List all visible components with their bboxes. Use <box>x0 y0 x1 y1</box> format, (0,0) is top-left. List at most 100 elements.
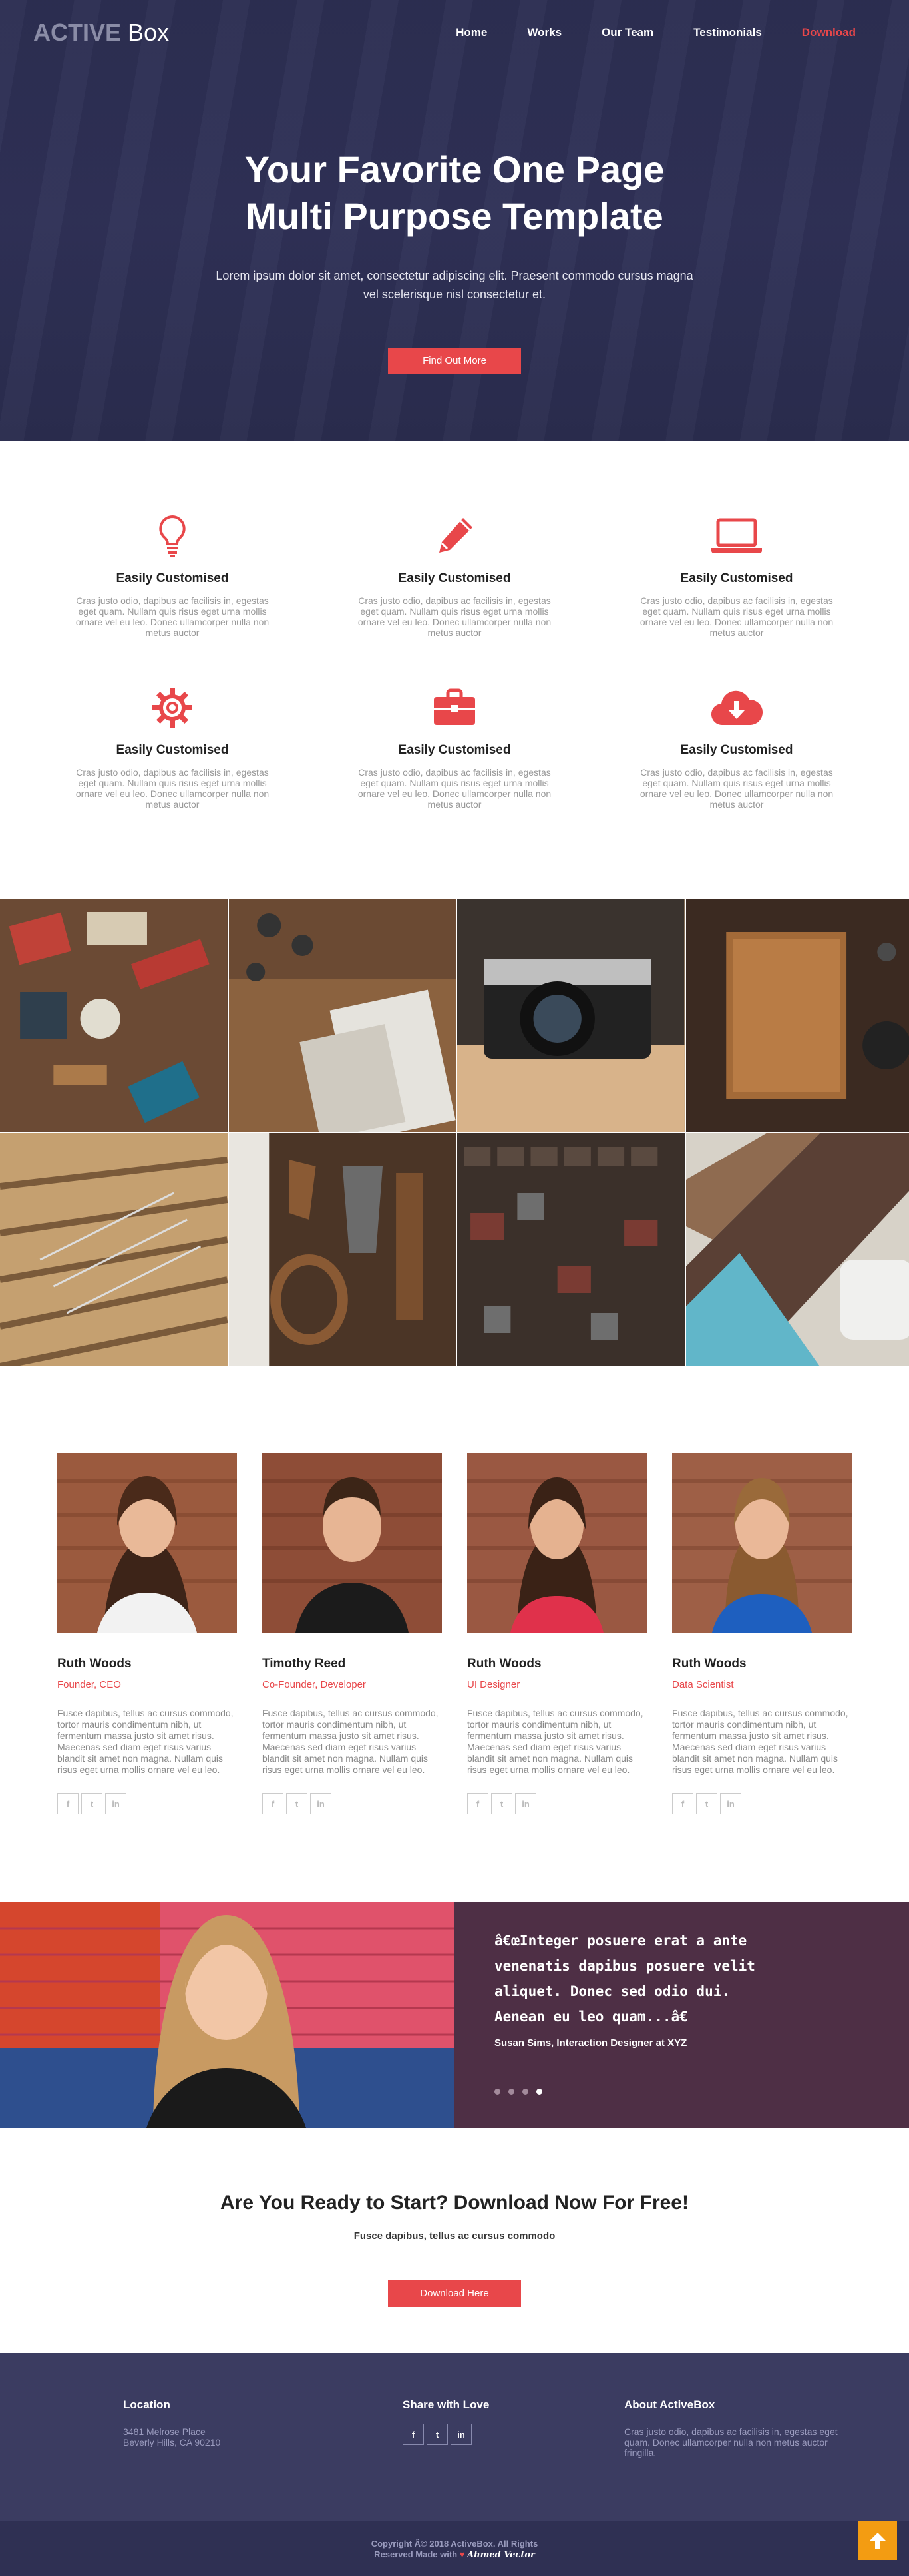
briefcase-icon <box>313 684 596 731</box>
member-name: Ruth Woods <box>672 1657 852 1671</box>
member-role: UI Designer <box>467 1679 647 1690</box>
footer-about-text: Cras justo odio, dapibus ac facilisis in… <box>624 2426 850 2458</box>
carousel-dot-active[interactable] <box>536 2089 542 2095</box>
feature-text: Cras justo odio, dapibus ac facilisis in… <box>630 767 843 810</box>
carousel-dot[interactable] <box>494 2089 500 2095</box>
feature-title: Easily Customised <box>313 571 596 586</box>
member-role: Founder, CEO <box>57 1679 237 1690</box>
hero-section: ACTIVE Box Home Works Our Team Testimoni… <box>0 0 909 441</box>
gallery-image[interactable] <box>0 1133 228 1366</box>
member-socials: f t in <box>672 1793 852 1814</box>
download-here-button[interactable]: Download Here <box>388 2280 521 2307</box>
footer-about-title: About ActiveBox <box>624 2398 850 2412</box>
footer-address: 3481 Melrose Place Beverly Hills, CA 902… <box>123 2426 403 2447</box>
gallery-image[interactable] <box>686 899 909 1132</box>
linkedin-icon[interactable]: in <box>515 1793 536 1814</box>
feature-title: Easily Customised <box>596 571 878 586</box>
feature-item: Easily Customised Cras justo odio, dapib… <box>31 684 313 810</box>
member-name: Ruth Woods <box>57 1657 237 1671</box>
lightbulb-icon <box>31 513 313 559</box>
testimonial-body: â€œInteger posuere erat a ante venenatis… <box>454 1902 909 2128</box>
hero-title-line2: Multi Purpose Template <box>246 195 663 237</box>
twitter-icon[interactable]: t <box>491 1793 512 1814</box>
twitter-icon[interactable]: t <box>696 1793 717 1814</box>
feature-item: Easily Customised Cras justo odio, dapib… <box>31 513 313 638</box>
testimonial-photo <box>0 1902 454 2128</box>
gallery-image[interactable] <box>457 1133 685 1366</box>
nav-home-link[interactable]: Home <box>436 26 507 39</box>
member-bio: Fusce dapibus, tellus ac cursus commodo,… <box>57 1708 237 1776</box>
nav-download-link[interactable]: Download <box>782 26 876 39</box>
twitter-icon[interactable]: t <box>81 1793 102 1814</box>
testimonial-quote: â€œInteger posuere erat a ante venenatis… <box>494 1928 787 2029</box>
member-socials: f t in <box>57 1793 237 1814</box>
team-member-card: Timothy Reed Co-Founder, Developer Fusce… <box>262 1453 442 1814</box>
made-with-line: Reserved Made with ♥ Ahmed Vector <box>0 2549 909 2561</box>
member-photo <box>467 1453 647 1633</box>
gallery-image[interactable] <box>0 899 228 1132</box>
facebook-icon[interactable]: f <box>672 1793 693 1814</box>
team-grid: Ruth Woods Founder, CEO Fusce dapibus, t… <box>0 1453 909 1814</box>
twitter-icon[interactable]: t <box>427 2424 448 2445</box>
linkedin-icon[interactable]: in <box>451 2424 472 2445</box>
member-name: Timothy Reed <box>262 1657 442 1671</box>
footer-about: About ActiveBox Cras justo odio, dapibus… <box>624 2398 850 2521</box>
gallery-image[interactable] <box>229 899 456 1132</box>
member-name: Ruth Woods <box>467 1657 647 1671</box>
member-role: Data Scientist <box>672 1679 852 1690</box>
carousel-dot[interactable] <box>522 2089 528 2095</box>
feature-text: Cras justo odio, dapibus ac facilisis in… <box>66 767 279 810</box>
feature-title: Easily Customised <box>31 571 313 586</box>
made-with-text: Reserved Made with <box>374 2549 457 2559</box>
gallery-image[interactable] <box>457 899 685 1132</box>
author-signature: Ahmed Vector <box>467 2550 535 2560</box>
download-cta-section: Are You Ready to Start? Download Now For… <box>0 2128 909 2353</box>
features-grid: Easily Customised Cras justo odio, dapib… <box>0 513 909 810</box>
linkedin-icon[interactable]: in <box>105 1793 126 1814</box>
pencil-icon <box>313 513 596 559</box>
facebook-icon[interactable]: f <box>262 1793 283 1814</box>
linkedin-icon[interactable]: in <box>310 1793 331 1814</box>
scroll-to-top-button[interactable] <box>858 2521 897 2560</box>
member-socials: f t in <box>262 1793 442 1814</box>
carousel-dots <box>494 2089 869 2095</box>
facebook-icon[interactable]: f <box>403 2424 424 2445</box>
hero-title-line1: Your Favorite One Page <box>245 148 665 190</box>
nav-team-link[interactable]: Our Team <box>582 26 673 39</box>
hero-content: Your Favorite One Page Multi Purpose Tem… <box>0 65 909 374</box>
logo[interactable]: ACTIVE Box <box>33 19 169 47</box>
copyright-text: Copyright Â© 2018 ActiveBox. All Rights <box>0 2539 909 2549</box>
gallery-image[interactable] <box>686 1133 909 1366</box>
member-bio: Fusce dapibus, tellus ac cursus commodo,… <box>672 1708 852 1776</box>
nav-testimonials-link[interactable]: Testimonials <box>673 26 782 39</box>
find-out-more-button[interactable]: Find Out More <box>388 348 521 374</box>
footer-share-title: Share with Love <box>403 2398 624 2412</box>
works-gallery <box>0 899 909 1366</box>
member-bio: Fusce dapibus, tellus ac cursus commodo,… <box>262 1708 442 1776</box>
facebook-icon[interactable]: f <box>57 1793 79 1814</box>
feature-text: Cras justo odio, dapibus ac facilisis in… <box>630 595 843 638</box>
logo-active-text: ACTIVE <box>33 19 121 46</box>
facebook-icon[interactable]: f <box>467 1793 488 1814</box>
hero-title: Your Favorite One Page Multi Purpose Tem… <box>0 146 909 240</box>
carousel-dot[interactable] <box>508 2089 514 2095</box>
testimonial-author: Susan Sims, Interaction Designer at XYZ <box>494 2037 869 2049</box>
feature-item: Easily Customised Cras justo odio, dapib… <box>596 513 878 638</box>
gallery-image[interactable] <box>229 1133 456 1366</box>
copyright-bar: Copyright Â© 2018 ActiveBox. All Rights … <box>0 2521 909 2576</box>
feature-title: Easily Customised <box>596 743 878 758</box>
footer-address-line1: 3481 Melrose Place <box>123 2426 206 2437</box>
footer-share: Share with Love f t in <box>403 2398 624 2521</box>
heart-icon: ♥ <box>460 2549 465 2559</box>
twitter-icon[interactable]: t <box>286 1793 307 1814</box>
footer-location: Location 3481 Melrose Place Beverly Hill… <box>123 2398 403 2521</box>
member-role: Co-Founder, Developer <box>262 1679 442 1690</box>
nav-works-link[interactable]: Works <box>507 26 582 39</box>
member-photo <box>262 1453 442 1633</box>
team-member-card: Ruth Woods Data Scientist Fusce dapibus,… <box>672 1453 852 1814</box>
nav-links: Home Works Our Team Testimonials Downloa… <box>436 26 876 39</box>
logo-box-text: Box <box>128 19 169 46</box>
linkedin-icon[interactable]: in <box>720 1793 741 1814</box>
team-member-card: Ruth Woods Founder, CEO Fusce dapibus, t… <box>57 1453 237 1814</box>
footer: Location 3481 Melrose Place Beverly Hill… <box>0 2353 909 2521</box>
